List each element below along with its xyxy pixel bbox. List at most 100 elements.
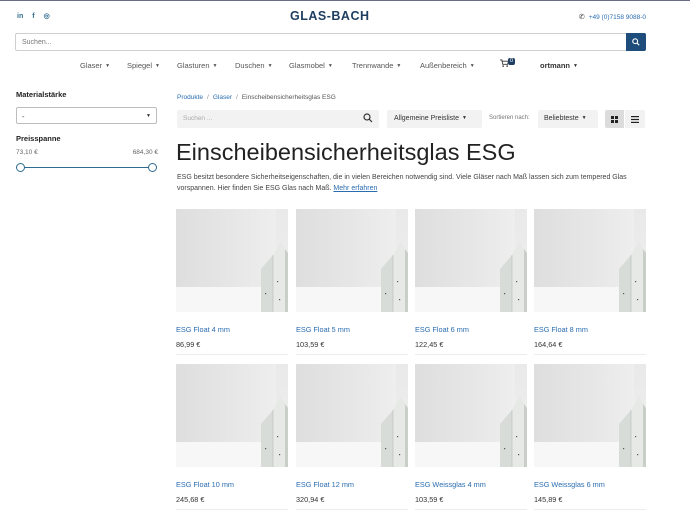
product-name[interactable]: ESG Float 12 mm (296, 480, 354, 489)
logo[interactable]: GLAS-BACH (290, 9, 370, 23)
product-card[interactable]: ESG Float 8 mm 164,64 € (534, 209, 646, 356)
more-link[interactable]: Mehr erfahren (333, 185, 377, 192)
search-icon (632, 38, 640, 46)
slider-track (20, 167, 154, 168)
cart-count-badge: 0 (508, 58, 516, 65)
chevron-down-icon: ▼ (155, 63, 160, 70)
product-card[interactable]: ESG Float 5 mm 103,59 € (296, 209, 408, 356)
nav-label: Duschen (235, 61, 265, 70)
card-divider (176, 509, 288, 510)
glass-edge-sample (498, 241, 527, 312)
card-divider (176, 354, 288, 355)
breadcrumb: Produkte / Glaser / Einscheibensicherheitsgl… (177, 94, 336, 101)
product-image[interactable] (534, 209, 646, 312)
chevron-down-icon: ▼ (267, 63, 273, 70)
card-divider (415, 509, 527, 510)
product-search-input[interactable]: Suchen ... (177, 110, 379, 128)
product-card[interactable]: ESG Float 12 mm 320,94 € (296, 364, 408, 511)
product-price: 86,99 € (176, 340, 201, 349)
material-select[interactable]: - ▼ (16, 107, 157, 124)
linkedin-icon[interactable]: in (17, 13, 23, 21)
slider-handle-min[interactable] (16, 163, 25, 172)
product-image[interactable] (415, 209, 527, 312)
card-divider (534, 354, 646, 355)
product-image[interactable] (296, 209, 408, 312)
glass-edge-sample (259, 241, 288, 312)
sort-label: Sortieren nach: (489, 115, 530, 121)
breadcrumb-separator: / (207, 94, 209, 101)
pricelist-value: Allgemeine Preisliste (394, 115, 459, 122)
glass-edge-sample (617, 396, 646, 467)
nav-label: Außenbereich (420, 61, 467, 70)
breadcrumb-link-glaser[interactable]: Glaser (213, 94, 232, 101)
product-price: 103,59 € (296, 340, 325, 349)
facebook-icon[interactable]: f (32, 13, 34, 21)
grid-view-button[interactable] (605, 110, 624, 128)
chevron-down-icon: ▼ (327, 63, 333, 70)
product-card[interactable]: ESG Float 10 mm 245,68 € (176, 364, 288, 511)
nav-item-aussenbereich[interactable]: Außenbereich ▼ (420, 61, 475, 70)
breadcrumb-separator: / (236, 94, 238, 101)
product-price: 245,68 € (176, 495, 205, 504)
product-image[interactable] (296, 364, 408, 467)
page: in f ◎ GLAS-BACH ✆ +49 (0)7158 9088-0 Gl… (0, 0, 690, 514)
nav-item-glasmobel[interactable]: Glasmobel ▼ (289, 61, 333, 70)
instagram-icon[interactable]: ◎ (44, 13, 50, 21)
grid-icon (611, 115, 618, 123)
product-image[interactable] (534, 364, 646, 467)
glass-edge-sample (379, 396, 408, 467)
product-name[interactable]: ESG Float 6 mm (415, 325, 469, 334)
price-range-values: 73,10 € 684,30 € (16, 149, 158, 158)
sort-dropdown[interactable]: Beliebteste ▼ (538, 110, 598, 128)
material-heading: Materialstärke (16, 90, 67, 99)
product-image[interactable] (176, 209, 288, 312)
product-card[interactable]: ESG Float 4 mm 86,99 € (176, 209, 288, 356)
glass-edge-sample (379, 241, 408, 312)
description-text: ESG besitzt besondere Sicherheitseigensc… (177, 174, 627, 192)
pricelist-dropdown[interactable]: Allgemeine Preisliste ▼ (387, 110, 482, 128)
cart-button[interactable]: 0 (500, 58, 516, 69)
product-name[interactable]: ESG Float 8 mm (534, 325, 588, 334)
product-name[interactable]: ESG Float 4 mm (176, 325, 230, 334)
chevron-down-icon: ▼ (469, 63, 475, 70)
breadcrumb-current: Einscheibensicherheitsglas ESG (241, 94, 336, 101)
product-name[interactable]: ESG Weissglas 4 mm (415, 480, 486, 489)
product-name[interactable]: ESG Float 5 mm (296, 325, 350, 334)
nav-item-spiegel[interactable]: Spiegel ▼ (127, 61, 160, 70)
top-bar: in f ◎ GLAS-BACH ✆ +49 (0)7158 9088-0 (0, 9, 690, 27)
nav-item-glaser[interactable]: Glaser ▼ (80, 61, 110, 70)
product-name[interactable]: ESG Weissglas 6 mm (534, 480, 605, 489)
chevron-down-icon: ▼ (581, 115, 587, 122)
price-max: 684,30 € (132, 149, 158, 156)
search-icon[interactable] (363, 113, 373, 123)
product-name[interactable]: ESG Float 10 mm (176, 480, 234, 489)
nav-item-glasturen[interactable]: Glasturen ▼ (177, 61, 217, 70)
list-view-button[interactable] (625, 110, 645, 128)
slider-handle-max[interactable] (148, 163, 157, 172)
nav-item-trennwande[interactable]: Trennwande ▼ (352, 61, 401, 70)
product-search-placeholder: Suchen ... (183, 115, 213, 122)
chevron-down-icon: ▼ (212, 63, 218, 70)
phone-contact[interactable]: ✆ +49 (0)7158 9088-0 (579, 13, 646, 22)
product-image[interactable] (415, 364, 527, 467)
product-price: 145,89 € (534, 495, 563, 504)
nav-item-duschen[interactable]: Duschen ▼ (235, 61, 273, 70)
price-range-slider[interactable] (16, 162, 158, 172)
product-card[interactable]: ESG Float 6 mm 122,45 € (415, 209, 527, 356)
chevron-down-icon: ▼ (573, 63, 578, 70)
nav-label: Glasturen (177, 61, 210, 70)
product-toolbar: Suchen ... Allgemeine Preisliste ▼ Sortie… (177, 110, 645, 128)
product-card[interactable]: ESG Weissglas 6 mm 145,89 € (534, 364, 646, 511)
product-image[interactable] (176, 364, 288, 467)
user-menu[interactable]: ortmann ▼ (540, 61, 578, 70)
nav-label: Trennwande (352, 61, 394, 70)
card-divider (296, 354, 408, 355)
search-button[interactable] (626, 33, 646, 51)
search-input[interactable] (16, 34, 626, 50)
product-price: 122,45 € (415, 340, 444, 349)
product-card[interactable]: ESG Weissglas 4 mm 103,59 € (415, 364, 527, 511)
price-min: 73,10 € (16, 149, 38, 156)
chevron-down-icon: ▼ (461, 115, 467, 122)
breadcrumb-link-produkte[interactable]: Produkte (177, 94, 203, 101)
glass-edge-sample (498, 396, 527, 467)
